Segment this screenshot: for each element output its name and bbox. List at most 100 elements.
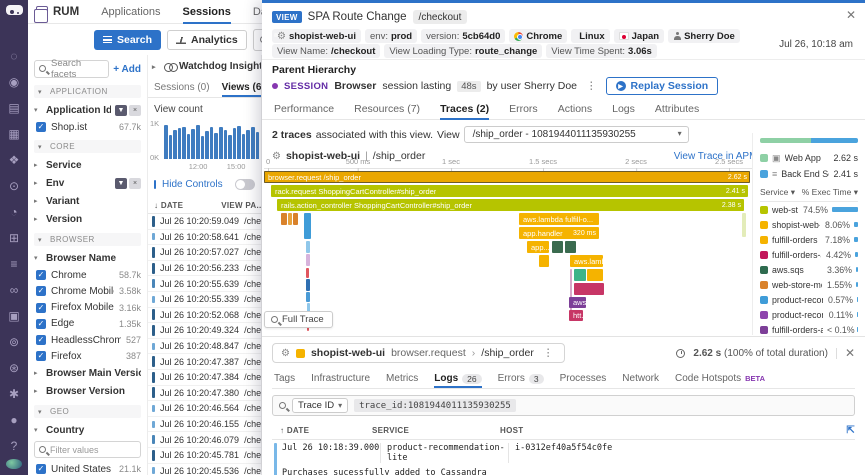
filter-include-chip[interactable]: ▼ [115, 178, 127, 189]
facet-service[interactable]: ▸Service [34, 156, 141, 174]
checkbox-checked-icon[interactable]: ✓ [36, 286, 46, 296]
view-list-item[interactable]: Jul 26 10:20:55.639/checkout [148, 276, 261, 292]
attribute-pill-2[interactable]: version:5cb64d0 [421, 29, 505, 43]
datadog-logo[interactable] [6, 5, 23, 15]
user-avatar[interactable] [6, 459, 22, 469]
trace-id-dropdown[interactable]: Trace ID ▾ [292, 398, 348, 413]
trace-span[interactable]: htt... [569, 310, 583, 321]
view-list-item[interactable]: Jul 26 10:20:47.387/checkout [148, 354, 261, 370]
legend-service-row[interactable]: shopist-web-ui8.06% [760, 217, 858, 232]
sidebar-icon-network[interactable]: ❖ [0, 147, 28, 173]
nav-item-sessions[interactable]: Sessions [183, 0, 231, 24]
checkbox-checked-icon[interactable]: ✓ [36, 122, 46, 132]
sidebar-icon-links[interactable]: ∞ [0, 277, 28, 303]
facet-value-edge[interactable]: ✓Edge1.35k [34, 316, 141, 332]
legend-entry[interactable]: ▣Web App2.62 s [760, 150, 858, 166]
search-mode-button[interactable]: Search [94, 30, 161, 50]
span-tab-code-hotspots[interactable]: Code HotspotsBETA [675, 369, 765, 388]
log-row[interactable]: Jul 26 10:18:39.000product-recommendatio… [272, 440, 855, 475]
view-attribute-pill-1[interactable]: View Loading Type:route_change [384, 44, 542, 58]
sidebar-icon-info[interactable]: ⊙ [0, 173, 28, 199]
view-list-item[interactable]: Jul 26 10:20:46.155/checkout [148, 417, 261, 433]
facet-variant[interactable]: ▸Variant [34, 192, 141, 210]
facet-value-chrome[interactable]: ✓Chrome58.7k [34, 267, 141, 283]
tab-views[interactable]: Views (67.7k) [222, 78, 262, 97]
filter-clear-chip[interactable]: × [129, 178, 141, 189]
attribute-pill-1[interactable]: env:prod [365, 29, 417, 43]
show-toggle[interactable] [235, 179, 255, 190]
view-list-item[interactable]: Jul 26 10:20:56.233/checkout [148, 261, 261, 277]
tab-traces[interactable]: Traces (2) [440, 98, 489, 120]
date-column-header[interactable]: ↓ DATE [154, 201, 183, 210]
trace-span[interactable]: aws... [569, 297, 586, 308]
facet-version[interactable]: ▸Version [34, 210, 141, 228]
checkbox-checked-icon[interactable]: ✓ [36, 351, 46, 361]
sidebar-icon-chat[interactable]: ● [0, 407, 28, 433]
facet-browser-main-version[interactable]: ▸Browser Main Version [34, 364, 141, 382]
add-facet-button[interactable]: + Add [113, 64, 141, 75]
full-trace-button[interactable]: Full Trace [264, 311, 333, 328]
trace-span[interactable]: aws.lamb... [570, 255, 603, 267]
sidebar-icon-help[interactable]: ? [0, 433, 28, 459]
trace-span[interactable] [742, 213, 746, 237]
logs-date-header[interactable]: ↑ DATE [272, 426, 372, 435]
session-label[interactable]: SESSION [284, 81, 328, 92]
hide-controls-link[interactable]: Hide Controls [162, 179, 223, 190]
facet-value-shop.ist[interactable]: ✓Shop.ist67.7k [34, 119, 141, 135]
span-tab-infrastructure[interactable]: Infrastructure [311, 369, 370, 388]
trace-span[interactable]: app.handler320 ms [519, 227, 599, 239]
facet-section-header[interactable]: ▾BROWSER [34, 233, 141, 246]
facet-section-header[interactable]: ▾APPLICATION [34, 85, 141, 98]
trace-span[interactable] [574, 269, 586, 281]
nav-item-applications[interactable]: Applications [101, 0, 160, 24]
tab-actions[interactable]: Actions [558, 98, 592, 120]
filter-values-input[interactable]: Filter values [34, 441, 141, 458]
span-tab-metrics[interactable]: Metrics [386, 369, 418, 388]
facet-env[interactable]: ▸Env▼× [34, 174, 141, 192]
sidebar-icon-metrics[interactable]: ▦ [0, 121, 28, 147]
legend-service-row[interactable]: fulfill-orders7.18% [760, 232, 858, 247]
view-list-item[interactable]: Jul 26 10:20:45.781/checkout [148, 448, 261, 464]
facet-country[interactable]: ▾Country [34, 421, 141, 439]
sidebar-icon-watchdog[interactable]: ◉ [0, 69, 28, 95]
legend-service-row[interactable]: fulfill-orders-ap...4.42% [760, 247, 858, 262]
replay-session-button[interactable]: ▶ Replay Session [606, 77, 719, 95]
watchdog-insights-header[interactable]: ▸ Watchdog Insights BETA [148, 55, 261, 78]
kebab-menu-icon[interactable]: ⋮ [540, 347, 557, 359]
sidebar-icon-security[interactable]: ⊛ [0, 355, 28, 381]
sidebar-icon-filter[interactable]: ≡ [0, 251, 28, 277]
legend-service-row[interactable]: aws.sqs3.36% [760, 262, 858, 277]
filter-clear-chip[interactable]: × [129, 105, 141, 116]
view-path-column-header[interactable]: VIEW PA... [221, 201, 262, 210]
tab-logs[interactable]: Logs [612, 98, 635, 120]
trace-span[interactable] [306, 279, 310, 291]
tab-attributes[interactable]: Attributes [655, 98, 699, 120]
trace-span[interactable]: rails.action_controller ShoppingCartCont… [277, 199, 744, 211]
attribute-pill-4[interactable]: Linux [571, 29, 609, 43]
facet-value-firefox-mobile[interactable]: ✓Firefox Mobile3.16k [34, 300, 141, 316]
sidebar-icon-logs[interactable]: ▤ [0, 95, 28, 121]
checkbox-checked-icon[interactable]: ✓ [36, 303, 46, 313]
view-list-item[interactable]: Jul 26 10:20:57.027/checkout [148, 245, 261, 261]
tab-resources[interactable]: Resources (7) [354, 98, 420, 120]
span-tab-processes[interactable]: Processes [560, 369, 607, 388]
tab-errors[interactable]: Errors [509, 98, 538, 120]
sidebar-icon-dashboards[interactable]: ◔ [0, 199, 28, 225]
trace-span[interactable] [288, 213, 292, 225]
trace-span[interactable] [570, 269, 572, 315]
product-switcher[interactable]: RUM [36, 6, 79, 18]
logs-host-header[interactable]: HOST [500, 426, 523, 435]
trace-span[interactable] [552, 241, 563, 253]
facet-section-header[interactable]: ▾GEO [34, 405, 141, 418]
span-tab-network[interactable]: Network [622, 369, 659, 388]
trace-span[interactable] [306, 241, 310, 253]
trace-span[interactable] [306, 254, 310, 266]
sidebar-icon-search[interactable]: ◌ [0, 43, 28, 69]
tab-performance[interactable]: Performance [274, 98, 334, 120]
legend-service-row[interactable]: web-store74.5% [760, 202, 858, 217]
checkbox-checked-icon[interactable]: ✓ [36, 319, 46, 329]
view-list-item[interactable]: Jul 26 10:20:58.641/checkout [148, 230, 261, 246]
trace-span[interactable] [574, 283, 604, 295]
span-tab-logs[interactable]: Logs26 [434, 369, 481, 388]
logs-search-input[interactable]: Trace ID ▾ trace_id:1081944011135930255 [272, 395, 855, 416]
